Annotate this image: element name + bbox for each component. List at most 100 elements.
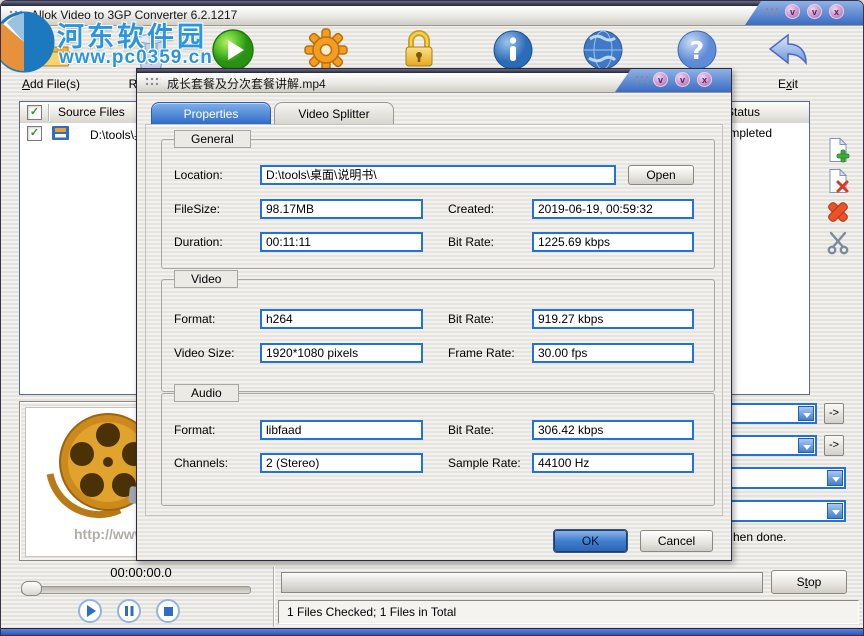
maximize-button[interactable]: v [807, 4, 822, 19]
divider [273, 567, 274, 627]
stop-conversion-button[interactable]: Stop [771, 570, 847, 594]
dialog-titlebar-grip [145, 77, 161, 87]
video-bitrate-field[interactable]: 919.27 kbps [532, 309, 694, 329]
play-icon [80, 608, 100, 625]
gear-icon [280, 27, 372, 73]
video-format-field[interactable]: h264 [260, 309, 423, 329]
window-title: Allok Video to 3GP Converter 6.2.1217 [31, 8, 237, 22]
chevron-down-icon[interactable] [827, 503, 843, 519]
dialog-minimize-button[interactable]: v [653, 72, 668, 87]
dialog-controls-grip [635, 75, 651, 85]
audio-format-field[interactable]: libfaad [260, 420, 423, 440]
stop-playback-button[interactable] [156, 599, 180, 623]
add-files-button[interactable]: Add File(s) [5, 27, 97, 91]
select-all-checkbox[interactable]: ✓ [27, 105, 42, 120]
location-label: Location: [174, 168, 223, 182]
play-convert-icon [187, 27, 279, 73]
pause-icon [119, 608, 139, 625]
info-icon [467, 27, 559, 73]
dialog-title: 成长套餐及分次套餐讲解.mp4 [167, 75, 326, 92]
document-add-icon [825, 150, 851, 167]
strip-clear-all-button[interactable] [825, 199, 851, 225]
apply-quality-button[interactable]: -> [824, 435, 844, 456]
close-button[interactable]: x [829, 4, 844, 19]
app-window: Allok Video to 3GP Converter 6.2.1217 v … [0, 0, 864, 636]
video-bitrate-label: Bit Rate: [448, 312, 494, 326]
cancel-button[interactable]: Cancel [640, 530, 713, 552]
tab-video-splitter[interactable]: Video Splitter [274, 102, 394, 125]
video-group: Video [161, 279, 715, 392]
samplerate-field[interactable]: 44100 Hz [532, 453, 694, 473]
duration-label: Duration: [174, 235, 223, 249]
titlebar-grip [9, 10, 25, 20]
playback-time: 00:00:00.0 [19, 565, 263, 580]
channels-label: Channels: [174, 456, 228, 470]
audio-format-label: Format: [174, 423, 215, 437]
apply-format-button[interactable]: -> [824, 403, 844, 424]
audio-bitrate-label: Bit Rate: [448, 423, 494, 437]
location-field[interactable]: D:\tools\桌面\说明书\ [260, 165, 616, 185]
help-icon: ? [651, 27, 743, 73]
framerate-field[interactable]: 30.00 fps [532, 343, 694, 363]
audio-legend: Audio [174, 384, 239, 402]
audio-bitrate-field[interactable]: 306.42 kbps [532, 420, 694, 440]
add-folder-icon [5, 27, 97, 73]
dialog-close-button[interactable]: x [697, 72, 712, 87]
general-legend: General [174, 130, 251, 148]
trash-icon [105, 27, 197, 73]
audio-group: Audio [161, 393, 715, 506]
globe-icon [557, 27, 649, 73]
properties-dialog: 成长套餐及分次套餐讲解.mp4 v v x Properties Video S… [136, 68, 732, 561]
samplerate-label: Sample Rate: [448, 456, 521, 470]
dialog-controls-wedge: v v x [615, 69, 731, 92]
video-format-label: Format: [174, 312, 215, 326]
conversion-progress-bar [281, 572, 763, 593]
framerate-label: Frame Rate: [448, 346, 515, 360]
chevron-down-icon[interactable] [827, 470, 843, 486]
controls-grip [765, 7, 781, 17]
status-bar: 1 Files Checked; 1 Files in Total [278, 600, 859, 624]
open-button[interactable]: Open [628, 165, 694, 185]
file-checkbox[interactable]: ✓ [27, 126, 42, 141]
seek-slider[interactable] [21, 586, 251, 594]
video-size-label: Video Size: [174, 346, 235, 360]
chevron-down-icon[interactable] [798, 438, 814, 453]
created-label: Created: [448, 202, 494, 216]
red-x-icon [825, 212, 851, 229]
strip-remove-file-button[interactable] [825, 168, 851, 194]
window-bottom-edge [1, 628, 863, 636]
video-size-field[interactable]: 1920*1080 pixels [260, 343, 423, 363]
titlebar-controls-wedge: v v x [745, 1, 863, 25]
exit-back-arrow-icon [742, 27, 834, 73]
general-bitrate-field[interactable]: 1225.69 kbps [532, 232, 694, 252]
dialog-maximize-button[interactable]: v [675, 72, 690, 87]
document-remove-icon [825, 181, 851, 198]
main-titlebar: Allok Video to 3GP Converter 6.2.1217 [1, 6, 863, 26]
stop-icon [158, 608, 178, 625]
lock-icon [373, 27, 465, 73]
exit-button[interactable]: Exit [742, 27, 834, 91]
svg-text:?: ? [690, 36, 705, 65]
strip-add-file-button[interactable] [825, 137, 851, 163]
created-field[interactable]: 2019-06-19, 00:59:32 [532, 199, 694, 219]
strip-split-button[interactable] [825, 230, 851, 256]
seek-slider-handle[interactable] [21, 581, 42, 596]
column-separator [48, 104, 49, 121]
ok-button[interactable]: OK [554, 530, 627, 552]
filesize-label: FileSize: [174, 202, 220, 216]
filesize-field[interactable]: 98.17MB [260, 199, 423, 219]
minimize-button[interactable]: v [785, 4, 800, 19]
duration-field[interactable]: 00:11:11 [260, 232, 423, 252]
channels-field[interactable]: 2 (Stereo) [260, 453, 423, 473]
source-files-column-header[interactable]: Source Files [58, 105, 125, 119]
pause-button[interactable] [117, 599, 141, 623]
add-files-label: Add File(s) [5, 77, 97, 91]
status-bar-text: 1 Files Checked; 1 Files in Total [287, 605, 456, 619]
tab-properties[interactable]: Properties [151, 102, 271, 125]
play-button[interactable] [78, 599, 102, 623]
film-file-icon [52, 126, 69, 145]
shutdown-note-fragment: hen done. [733, 530, 786, 544]
general-bitrate-label: Bit Rate: [448, 235, 494, 249]
video-legend: Video [174, 270, 238, 288]
chevron-down-icon[interactable] [798, 406, 814, 421]
